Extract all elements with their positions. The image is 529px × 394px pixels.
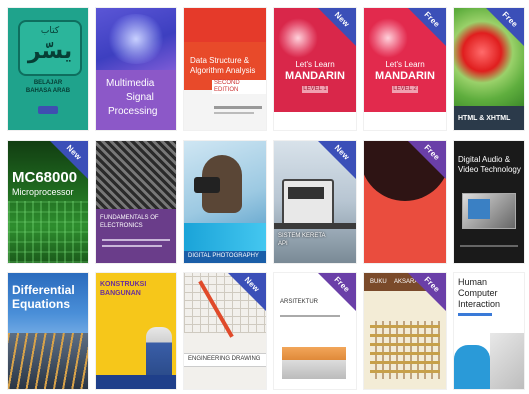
book-cover-mandarin-2[interactable]: Let's Learn MANDARIN LEVEL 2 Free bbox=[364, 8, 446, 130]
book-title-line-3: Interaction bbox=[458, 299, 501, 309]
book-cover-data-structure[interactable]: Data Structure & Algorithm Analysis SECO… bbox=[184, 8, 266, 130]
circuit-board-photo bbox=[96, 141, 176, 209]
book-cover-arabic[interactable]: كتاب يسّر BELAJAR BAHASA ARAB bbox=[8, 8, 88, 130]
author-line bbox=[102, 239, 170, 241]
book-cover-engineering-drawing[interactable]: ENGINEERING DRAWING New bbox=[184, 273, 266, 389]
blossom-graphic bbox=[278, 18, 318, 58]
book-cover-electronics[interactable]: FUNDAMENTALS OF ELECTRONICS bbox=[96, 141, 176, 263]
badge-label: New bbox=[332, 10, 352, 29]
book-title-line-2: MANDARIN bbox=[285, 70, 345, 82]
book-title-line-1: KONSTRUKSI bbox=[100, 281, 147, 288]
book-cover-aksara[interactable]: BUKU AKSARA Free bbox=[364, 273, 446, 389]
book-title-line-1: Digital Audio & bbox=[458, 155, 511, 164]
free-ribbon: Free bbox=[408, 8, 446, 46]
book-title-line-2: Signal bbox=[126, 92, 154, 103]
book-grid: كتاب يسّر BELAJAR BAHASA ARAB Multimedia… bbox=[0, 0, 529, 394]
book-cover-architecture[interactable]: ARSITEKTUR Free bbox=[274, 273, 356, 389]
book-title-line-1: BUKU bbox=[370, 279, 387, 285]
badge-label: New bbox=[64, 143, 84, 162]
book-subtitle-2: BAHASA ARAB bbox=[25, 88, 71, 94]
book-cover-railway[interactable]: SISTEM KERETA API New bbox=[274, 141, 356, 263]
book-level: LEVEL 2 bbox=[392, 86, 418, 93]
arabic-title-top: كتاب bbox=[40, 25, 60, 35]
badge-label: Free bbox=[422, 9, 442, 30]
author-line bbox=[214, 112, 254, 114]
author-line bbox=[102, 245, 162, 247]
book-title-line-1: Let's Learn bbox=[295, 60, 335, 69]
book-level: LEVEL 1 bbox=[302, 86, 328, 93]
light-streak bbox=[184, 223, 266, 251]
publisher-logo bbox=[38, 106, 58, 114]
book-title-line-1: ARSITEKTUR bbox=[280, 299, 319, 305]
book-title-line-1: Multimedia bbox=[106, 78, 155, 89]
cover-footer bbox=[364, 112, 446, 130]
worker-graphic bbox=[146, 327, 172, 379]
book-cover-differential-equations[interactable]: Differential Equations bbox=[8, 273, 88, 389]
book-title-line-2: Algorithm Analysis bbox=[190, 66, 256, 75]
book-title-line-1: Let's Learn bbox=[385, 60, 425, 69]
circle-graphic bbox=[364, 141, 446, 201]
book-title-line-3: Processing bbox=[108, 106, 158, 117]
free-ribbon: Free bbox=[318, 273, 356, 311]
train-window bbox=[288, 187, 324, 199]
book-title-line-1: MC68000 bbox=[12, 169, 78, 186]
book-title-line-2: Microprocessor bbox=[12, 187, 74, 197]
circuit-graphic bbox=[8, 201, 88, 263]
new-ribbon: New bbox=[318, 141, 356, 179]
new-ribbon: New bbox=[318, 8, 356, 46]
author-line bbox=[214, 106, 262, 109]
book-edition: SECOND EDITION bbox=[212, 80, 266, 94]
device-graphic bbox=[490, 333, 524, 389]
book-title-line-2: ELECTRONICS bbox=[100, 223, 143, 229]
book-title-line-2: Computer bbox=[458, 288, 498, 298]
book-cover-mc68000[interactable]: MC68000 Microprocessor New bbox=[8, 141, 88, 263]
book-title-line-2: Equations bbox=[12, 297, 71, 311]
book-title-line-2: MANDARIN bbox=[375, 70, 435, 82]
badge-label: Free bbox=[332, 274, 352, 295]
building-graphic bbox=[282, 347, 346, 379]
badge-label: New bbox=[332, 143, 352, 162]
book-cover-red-circle[interactable]: Free bbox=[364, 141, 446, 263]
rail-track bbox=[274, 223, 356, 229]
book-cover-photography[interactable]: DIGITAL PHOTOGRAPHY bbox=[184, 141, 266, 263]
figure-graphic bbox=[454, 345, 490, 389]
book-cover-html-xhtml[interactable]: HTML & XHTML Free bbox=[454, 8, 524, 130]
book-title: DIGITAL PHOTOGRAPHY bbox=[188, 253, 259, 259]
book-title-line-2: BANGUNAN bbox=[100, 290, 141, 297]
book-title-line-1: SISTEM KERETA bbox=[278, 233, 326, 239]
author-line bbox=[460, 245, 518, 247]
signal-graphic bbox=[106, 14, 166, 64]
book-cover-multimedia-signal-processing[interactable]: Multimedia Signal Processing bbox=[96, 8, 176, 130]
cover-footer bbox=[274, 112, 356, 130]
subtitle-line bbox=[458, 313, 492, 316]
book-cover-human-computer-interaction[interactable]: Human Computer Interaction bbox=[454, 273, 524, 389]
book-subtitle: BELAJAR bbox=[33, 80, 63, 86]
publisher-band bbox=[96, 375, 176, 389]
book-cover-digital-audio-video[interactable]: Digital Audio & Video Technology bbox=[454, 141, 524, 263]
book-title: HTML & XHTML bbox=[458, 115, 511, 122]
camera-icon bbox=[194, 177, 220, 193]
book-cover-construction[interactable]: KONSTRUKSI BANGUNAN bbox=[96, 273, 176, 389]
book-title-line-1: FUNDAMENTALS OF bbox=[100, 215, 159, 221]
cover-top-band bbox=[184, 8, 266, 42]
script-pattern bbox=[370, 321, 440, 379]
screen-graphic bbox=[468, 199, 490, 219]
book-title-line-2: Video Technology bbox=[458, 165, 521, 174]
book-title-line-2: API bbox=[278, 241, 288, 247]
arabic-title-main: يسّر bbox=[27, 38, 73, 63]
book-cover-mandarin-1[interactable]: Let's Learn MANDARIN LEVEL 1 New bbox=[274, 8, 356, 130]
subtitle-line bbox=[280, 315, 340, 317]
hibiscus-photo bbox=[454, 8, 524, 106]
book-title-line-1: Human bbox=[458, 277, 488, 287]
book-title-line-2: AKSARA bbox=[394, 279, 419, 285]
calligraphy-frame: كتاب يسّر bbox=[18, 20, 82, 76]
book-title: ENGINEERING DRAWING bbox=[188, 356, 261, 362]
book-title-line-1: Data Structure & bbox=[190, 56, 250, 65]
blossom-graphic bbox=[368, 18, 408, 58]
book-title-line-1: Differential bbox=[12, 283, 75, 297]
bridge-photo bbox=[8, 333, 88, 389]
